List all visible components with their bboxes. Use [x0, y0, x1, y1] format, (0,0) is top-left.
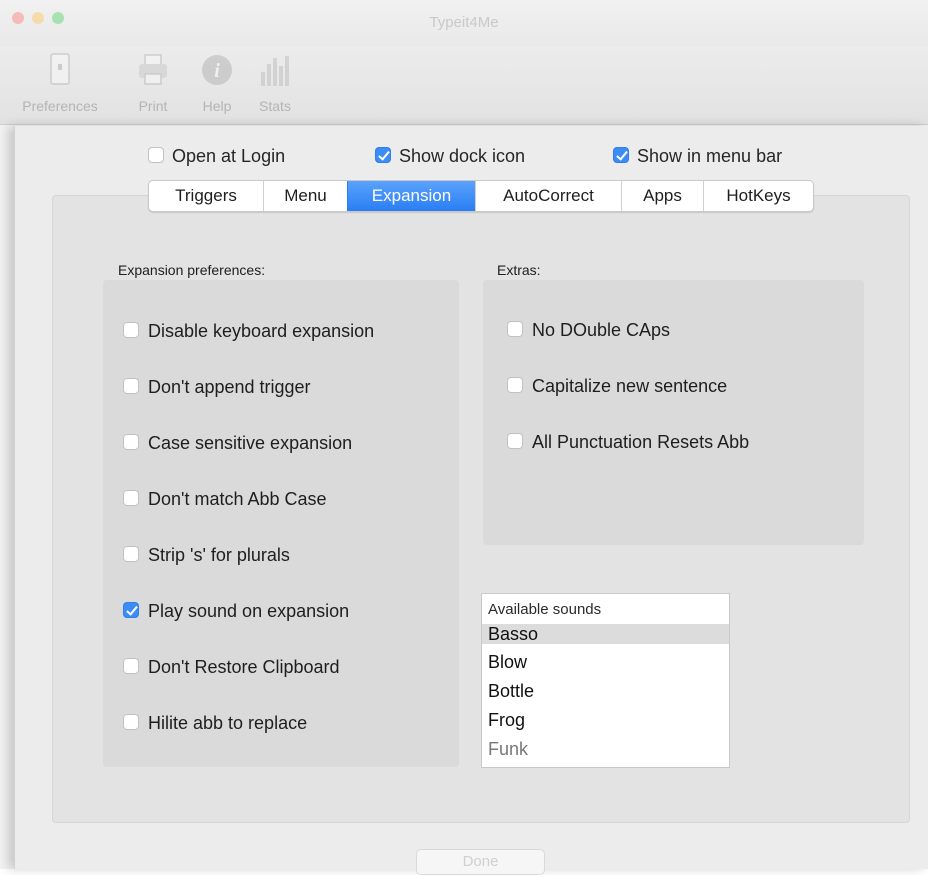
toolbar: Preferences Print i Help Stats — [0, 46, 928, 125]
hilite-abb-to-replace-option[interactable]: Hilite abb to replace — [123, 713, 307, 734]
toolbar-stats-label: Stats — [259, 98, 291, 114]
option-label: Hilite abb to replace — [148, 713, 308, 733]
strip-s-for-plurals-option[interactable]: Strip 's' for plurals — [123, 545, 290, 566]
toolbar-help-label: Help — [202, 98, 232, 114]
tab-hotkeys[interactable]: HotKeys — [703, 181, 813, 211]
checkbox-unchecked[interactable] — [123, 322, 139, 339]
sound-item-funk[interactable]: Funk — [482, 735, 729, 764]
option-label: Don't Restore Clipboard — [148, 657, 340, 677]
sound-item-frog[interactable]: Frog — [482, 706, 729, 735]
option-label: Play sound on expansion — [148, 601, 350, 621]
checkbox-unchecked[interactable] — [123, 714, 139, 731]
expansion-preferences-box — [103, 280, 459, 767]
window-title: Typeit4Me — [429, 14, 499, 31]
tab-autocorrect[interactable]: AutoCorrect — [475, 181, 621, 211]
extras-title: Extras: — [497, 262, 541, 278]
play-sound-on-expansion-option[interactable]: Play sound on expansion — [123, 601, 349, 622]
option-label: Don't match Abb Case — [148, 489, 327, 509]
expansion-preferences-title: Expansion preferences: — [118, 262, 266, 278]
tab-triggers[interactable]: Triggers — [149, 181, 263, 211]
option-label: Capitalize new sentence — [532, 376, 728, 396]
checkbox-unchecked[interactable] — [123, 546, 139, 563]
checkbox-unchecked[interactable] — [507, 377, 523, 394]
option-label: All Punctuation Resets Abb — [532, 432, 750, 452]
disable-keyboard-expansion-option[interactable]: Disable keyboard expansion — [123, 321, 374, 342]
option-label: Don't append trigger — [148, 377, 311, 397]
all-punctuation-resets-abb-option[interactable]: All Punctuation Resets Abb — [507, 432, 749, 453]
checkbox-checked[interactable] — [375, 147, 391, 164]
sound-item-bottle[interactable]: Bottle — [482, 677, 729, 706]
sound-item-basso[interactable]: Basso — [482, 624, 729, 644]
checkbox-checked[interactable] — [123, 602, 139, 619]
case-sensitive-expansion-option[interactable]: Case sensitive expansion — [123, 433, 352, 454]
dont-match-abb-case-option[interactable]: Don't match Abb Case — [123, 489, 327, 510]
toolbar-preferences-label: Preferences — [22, 98, 98, 114]
option-label: No DOuble CAps — [532, 320, 671, 340]
show-dock-icon-checkbox[interactable]: Show dock icon — [375, 146, 525, 167]
show-in-menu-bar-label: Show in menu bar — [637, 146, 783, 166]
toolbar-help[interactable]: i Help — [194, 46, 240, 114]
tab-apps[interactable]: Apps — [621, 181, 703, 211]
open-at-login-checkbox[interactable]: Open at Login — [148, 146, 285, 167]
option-label: Strip 's' for plurals — [148, 545, 290, 565]
option-label: Case sensitive expansion — [148, 433, 353, 453]
svg-text:i: i — [214, 60, 220, 82]
dont-append-trigger-option[interactable]: Don't append trigger — [123, 377, 311, 398]
printer-icon — [136, 52, 170, 88]
title-bar: Typeit4Me — [0, 0, 928, 46]
sounds-list-header: Available sounds — [488, 601, 602, 618]
bar-chart-icon — [258, 52, 292, 88]
available-sounds-list[interactable]: Available sounds Basso Blow Bottle Frog … — [481, 593, 730, 768]
toolbar-print[interactable]: Print — [128, 46, 178, 114]
checkbox-checked[interactable] — [613, 147, 629, 164]
sound-item-blow[interactable]: Blow — [482, 648, 729, 677]
checkbox-unchecked[interactable] — [123, 658, 139, 675]
dont-restore-clipboard-option[interactable]: Don't Restore Clipboard — [123, 657, 340, 678]
no-double-caps-option[interactable]: No DOuble CAps — [507, 320, 670, 341]
capitalize-new-sentence-option[interactable]: Capitalize new sentence — [507, 376, 727, 397]
checkbox-unchecked[interactable] — [507, 321, 523, 338]
info-icon: i — [200, 52, 234, 88]
tab-expansion[interactable]: Expansion — [347, 181, 475, 211]
done-button[interactable]: Done — [416, 849, 545, 875]
toolbar-print-label: Print — [138, 98, 168, 114]
checkbox-unchecked[interactable] — [123, 434, 139, 451]
preferences-icon — [43, 52, 77, 88]
show-dock-icon-label: Show dock icon — [399, 146, 526, 166]
checkbox-unchecked[interactable] — [507, 433, 523, 450]
option-label: Disable keyboard expansion — [148, 321, 375, 341]
open-at-login-label: Open at Login — [172, 146, 286, 166]
show-in-menu-bar-checkbox[interactable]: Show in menu bar — [613, 146, 782, 167]
toolbar-preferences[interactable]: Preferences — [0, 46, 120, 114]
toolbar-stats[interactable]: Stats — [252, 46, 298, 114]
checkbox-unchecked[interactable] — [123, 490, 139, 507]
tab-bar: Triggers Menu Expansion AutoCorrect Apps… — [148, 180, 814, 212]
tab-menu[interactable]: Menu — [263, 181, 347, 211]
checkbox-unchecked[interactable] — [148, 147, 164, 164]
checkbox-unchecked[interactable] — [123, 378, 139, 395]
